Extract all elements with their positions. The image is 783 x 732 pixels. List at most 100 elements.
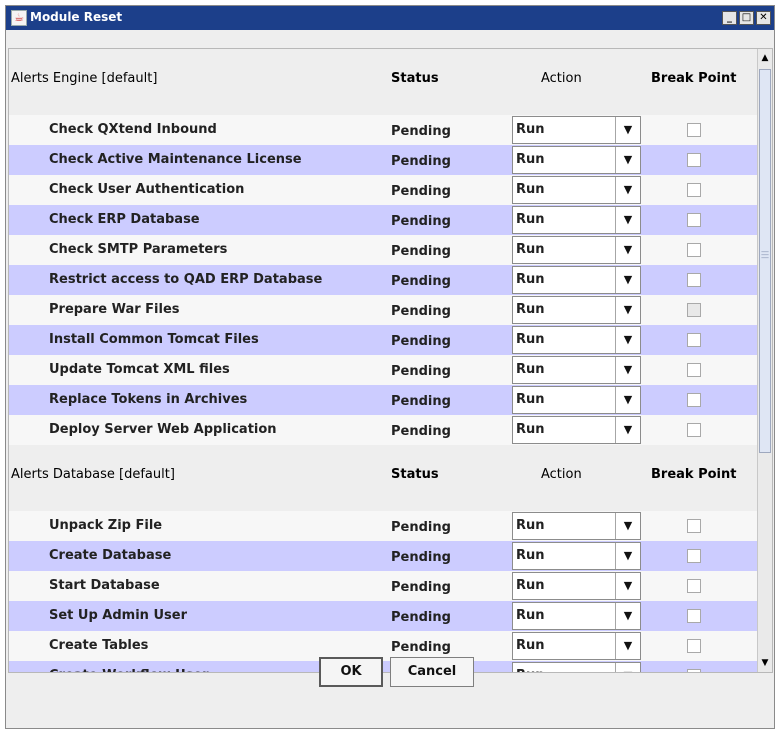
- task-row[interactable]: Check Active Maintenance License Pending R…: [9, 145, 757, 175]
- maximize-button[interactable]: □: [739, 11, 754, 25]
- scroll-down-arrow-icon[interactable]: ▼: [758, 654, 772, 672]
- task-row[interactable]: Update Tomcat XML files Pending Run ▼: [9, 355, 757, 385]
- chevron-down-icon[interactable]: ▼: [615, 513, 640, 539]
- title-bar[interactable]: ☕ Module Reset _ □ ✕: [6, 6, 774, 30]
- action-select[interactable]: Run ▼: [512, 356, 641, 384]
- task-status: Pending: [391, 334, 451, 349]
- task-name: Replace Tokens in Archives: [49, 392, 248, 407]
- task-row[interactable]: Install Common Tomcat Files Pending Run ▼: [9, 325, 757, 355]
- break-point-checkbox[interactable]: [687, 579, 701, 593]
- chevron-down-icon[interactable]: ▼: [615, 297, 640, 323]
- break-point-checkbox[interactable]: [687, 423, 701, 437]
- chevron-down-icon[interactable]: ▼: [615, 663, 640, 672]
- chevron-down-icon[interactable]: ▼: [615, 327, 640, 353]
- chevron-down-icon[interactable]: ▼: [615, 117, 640, 143]
- break-point-checkbox[interactable]: [687, 549, 701, 563]
- task-name: Create Tables: [49, 638, 149, 653]
- action-select[interactable]: Run ▼: [512, 572, 641, 600]
- scrollbar-thumb[interactable]: — — —: [759, 69, 771, 453]
- chevron-down-icon[interactable]: ▼: [615, 573, 640, 599]
- break-point-checkbox[interactable]: [687, 303, 701, 317]
- chevron-down-icon[interactable]: ▼: [615, 543, 640, 569]
- action-select[interactable]: Run ▼: [512, 296, 641, 324]
- task-row[interactable]: Replace Tokens in Archives Pending Run ▼: [9, 385, 757, 415]
- break-point-checkbox[interactable]: [687, 123, 701, 137]
- ok-button[interactable]: OK: [319, 657, 383, 687]
- window-title: Module Reset: [30, 10, 123, 24]
- break-point-checkbox[interactable]: [687, 669, 701, 672]
- break-point-checkbox[interactable]: [687, 183, 701, 197]
- action-select[interactable]: Run ▼: [512, 206, 641, 234]
- task-row[interactable]: Create Database Pending Run ▼: [9, 541, 757, 571]
- break-point-checkbox[interactable]: [687, 333, 701, 347]
- break-point-checkbox[interactable]: [687, 639, 701, 653]
- cancel-button[interactable]: Cancel: [390, 657, 474, 687]
- break-point-column-header: Break Point: [651, 71, 737, 86]
- minimize-button[interactable]: _: [722, 11, 737, 25]
- task-name: Restrict access to QAD ERP Database: [49, 272, 323, 287]
- task-row[interactable]: Start Database Pending Run ▼: [9, 571, 757, 601]
- task-status: Pending: [391, 424, 451, 439]
- break-point-checkbox[interactable]: [687, 273, 701, 287]
- task-status: Pending: [391, 184, 451, 199]
- action-select[interactable]: Run ▼: [512, 236, 641, 264]
- chevron-down-icon[interactable]: ▼: [615, 633, 640, 659]
- task-row[interactable]: Create Workflow UserPendingRun▼: [9, 661, 757, 672]
- task-row[interactable]: Check SMTP Parameters Pending Run ▼: [9, 235, 757, 265]
- chevron-down-icon[interactable]: ▼: [615, 267, 640, 293]
- action-select-value: Run: [516, 272, 545, 287]
- action-column-header: Action: [541, 467, 582, 482]
- close-button[interactable]: ✕: [756, 11, 771, 25]
- chevron-down-icon[interactable]: ▼: [615, 387, 640, 413]
- action-select[interactable]: Run ▼: [512, 512, 641, 540]
- action-select[interactable]: Run ▼: [512, 266, 641, 294]
- chevron-down-icon[interactable]: ▼: [615, 207, 640, 233]
- break-point-checkbox[interactable]: [687, 213, 701, 227]
- break-point-checkbox[interactable]: [687, 153, 701, 167]
- task-status: Pending: [391, 580, 451, 595]
- chevron-down-icon[interactable]: ▼: [615, 417, 640, 443]
- task-table-scrollpane[interactable]: Alerts Engine [default] Status Action Break…: [8, 48, 773, 673]
- action-select[interactable]: Run ▼: [512, 662, 641, 672]
- task-row[interactable]: Restrict access to QAD ERP Database Pendi…: [9, 265, 757, 295]
- java-icon: ☕: [11, 10, 27, 26]
- task-row[interactable]: Check ERP Database Pending Run ▼: [9, 205, 757, 235]
- group-name: Alerts Engine [default]: [11, 71, 158, 86]
- break-point-checkbox[interactable]: [687, 519, 701, 533]
- task-row[interactable]: Check QXtend Inbound Pending Run ▼: [9, 115, 757, 145]
- action-select[interactable]: Run ▼: [512, 602, 641, 630]
- task-status: Pending: [391, 610, 451, 625]
- action-select[interactable]: Run ▼: [512, 542, 641, 570]
- action-select[interactable]: Run ▼: [512, 116, 641, 144]
- scroll-up-arrow-icon[interactable]: ▲: [758, 49, 772, 67]
- break-point-checkbox[interactable]: [687, 363, 701, 377]
- action-select[interactable]: Run ▼: [512, 416, 641, 444]
- action-select[interactable]: Run ▼: [512, 632, 641, 660]
- chevron-down-icon[interactable]: ▼: [615, 177, 640, 203]
- task-status: Pending: [391, 274, 451, 289]
- chevron-down-icon[interactable]: ▼: [615, 237, 640, 263]
- break-point-checkbox[interactable]: [687, 609, 701, 623]
- task-row[interactable]: Set Up Admin User Pending Run ▼: [9, 601, 757, 631]
- task-row[interactable]: Prepare War Files Pending Run ▼: [9, 295, 757, 325]
- chevron-down-icon[interactable]: ▼: [615, 357, 640, 383]
- action-select-value: Run: [516, 422, 545, 437]
- action-select-value: Run: [516, 578, 545, 593]
- task-row[interactable]: Create Tables Pending Run ▼: [9, 631, 757, 661]
- vertical-scrollbar[interactable]: ▲ — — — ▼: [757, 49, 772, 672]
- task-name: Set Up Admin User: [49, 608, 187, 623]
- action-select-value: Run: [516, 332, 545, 347]
- action-select[interactable]: Run ▼: [512, 326, 641, 354]
- task-row[interactable]: Check User Authentication Pending Run ▼: [9, 175, 757, 205]
- chevron-down-icon[interactable]: ▼: [615, 603, 640, 629]
- action-select[interactable]: Run ▼: [512, 146, 641, 174]
- task-row[interactable]: Deploy Server Web Application Pending Run ▼: [9, 415, 757, 445]
- task-name: Deploy Server Web Application: [49, 422, 277, 437]
- break-point-checkbox[interactable]: [687, 393, 701, 407]
- action-select[interactable]: Run ▼: [512, 386, 641, 414]
- action-select[interactable]: Run ▼: [512, 176, 641, 204]
- chevron-down-icon[interactable]: ▼: [615, 147, 640, 173]
- break-point-checkbox[interactable]: [687, 243, 701, 257]
- task-name: Check SMTP Parameters: [49, 242, 228, 257]
- task-row[interactable]: Unpack Zip File Pending Run ▼: [9, 511, 757, 541]
